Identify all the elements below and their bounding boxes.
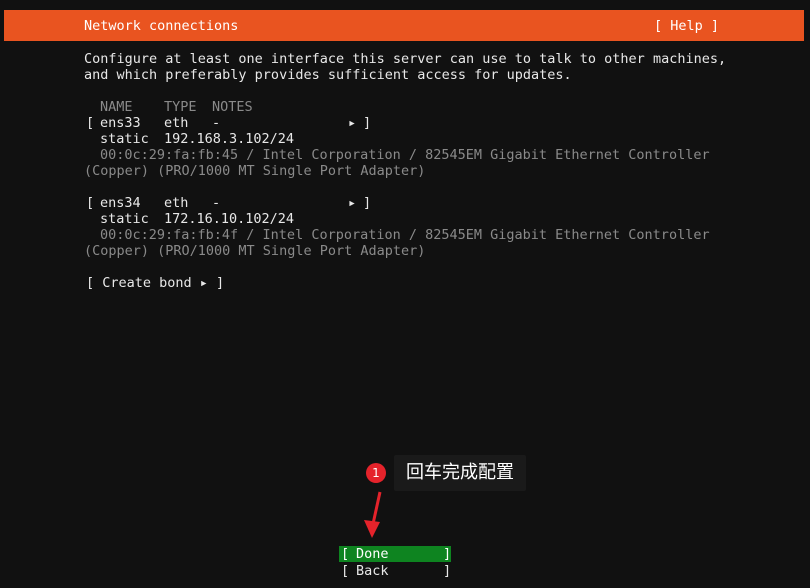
create-bond-button[interactable]: [ Create bond ▸ ] <box>86 275 224 291</box>
row-bracket-close: ] <box>363 195 372 211</box>
interface-notes: - <box>212 195 221 211</box>
interface-name: ens33 <box>100 115 141 131</box>
interface-notes: - <box>212 115 221 131</box>
done-label: Done <box>356 546 389 562</box>
interface-name: ens34 <box>100 195 141 211</box>
interface-description: 00:0c:29:fa:fb:45 / Intel Corporation / … <box>100 147 710 163</box>
row-bracket-open: [ <box>86 115 95 131</box>
submenu-arrow-icon: ▸ <box>348 115 357 131</box>
column-header-name: NAME <box>100 99 133 115</box>
back-button[interactable]: [ Back ] <box>339 563 451 579</box>
button-bracket-open: [ <box>341 546 350 562</box>
submenu-arrow-icon: ▸ <box>348 195 357 211</box>
row-bracket-close: ] <box>363 115 372 131</box>
interface-description-cont: (Copper) (PRO/1000 MT Single Port Adapte… <box>84 243 426 259</box>
done-button[interactable]: [ Done ] <box>339 546 451 562</box>
interface-type: eth <box>164 195 189 211</box>
interface-description: 00:0c:29:fa:fb:4f / Intel Corporation / … <box>100 227 710 243</box>
row-bracket-open: [ <box>86 195 95 211</box>
column-header-type: TYPE <box>164 99 197 115</box>
interface-mode: static <box>100 131 149 147</box>
page-title: Network connections <box>84 18 239 34</box>
button-bracket-close: ] <box>443 546 452 562</box>
column-header-notes: NOTES <box>212 99 253 115</box>
interface-description-cont: (Copper) (PRO/1000 MT Single Port Adapte… <box>84 163 426 179</box>
back-label: Back <box>356 563 389 579</box>
step-badge: 1 <box>366 463 386 483</box>
title-bar: Network connections [ Help ] <box>4 10 804 41</box>
button-bracket-close: ] <box>443 563 452 579</box>
interface-mode: static <box>100 211 149 227</box>
annotation-label: 回车完成配置 <box>394 455 526 491</box>
interface-address: 172.16.10.102/24 <box>164 211 295 227</box>
interface-type: eth <box>164 115 189 131</box>
interface-address: 192.168.3.102/24 <box>164 131 295 147</box>
button-bracket-open: [ <box>341 563 350 579</box>
annotation-arrow-icon <box>364 491 382 538</box>
intro-line-1: Configure at least one interface this se… <box>84 51 727 67</box>
help-button[interactable]: [ Help ] <box>654 18 719 34</box>
intro-line-2: and which preferably provides sufficient… <box>84 67 572 83</box>
